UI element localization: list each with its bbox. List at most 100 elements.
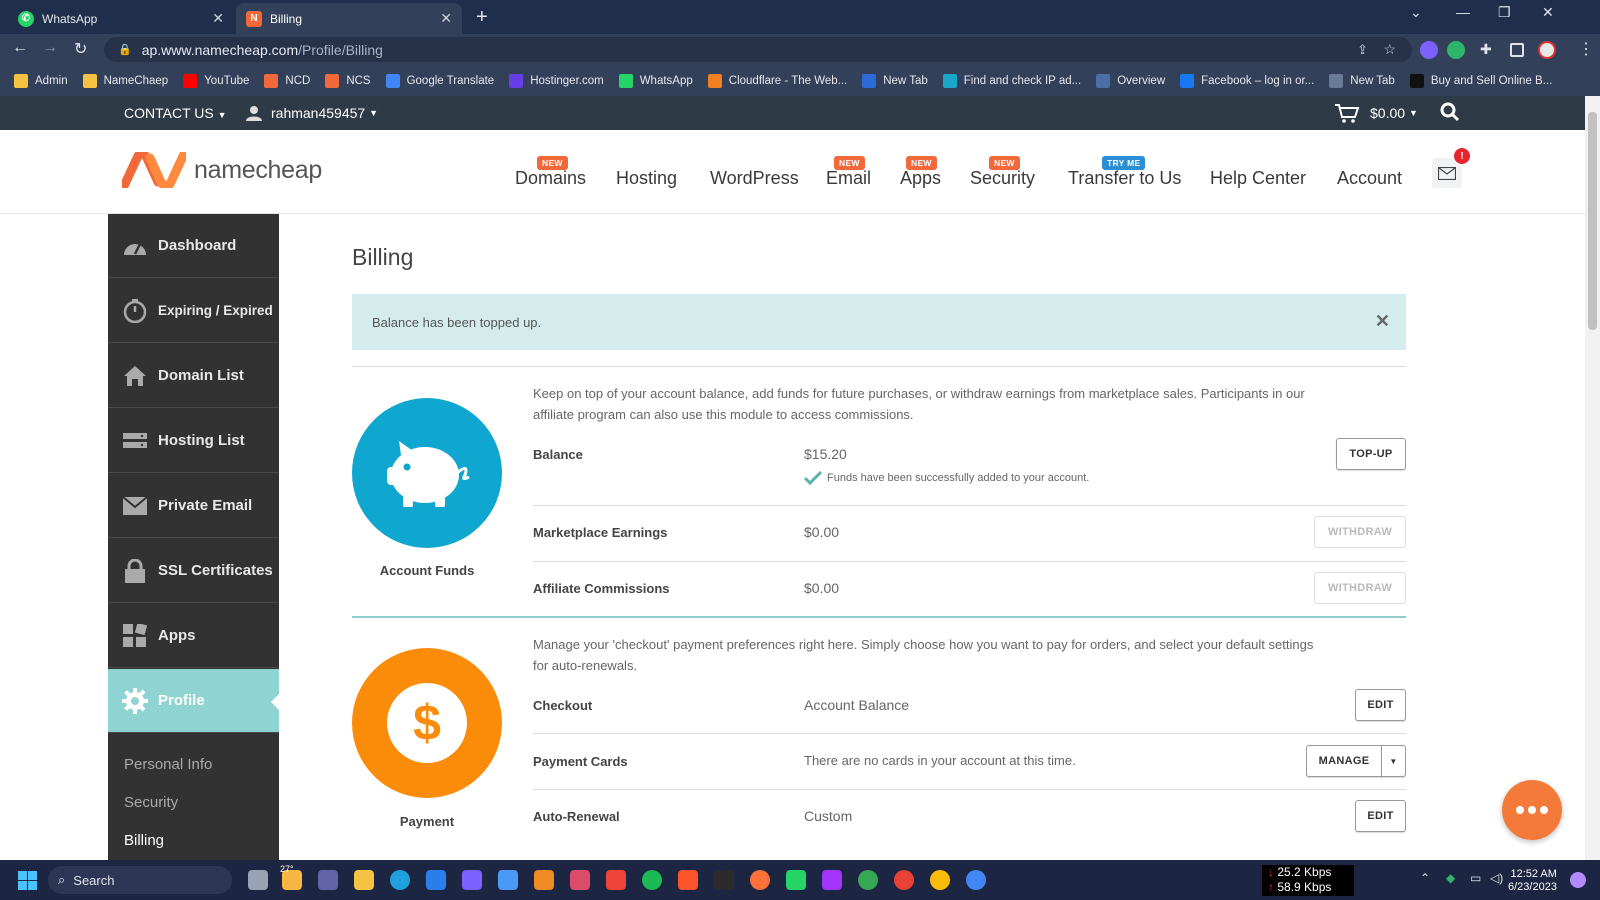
bookmark-item[interactable]: Buy and Sell Online B... <box>1409 73 1552 88</box>
sidebar-item-apps[interactable]: Apps <box>108 604 279 668</box>
messenger-icon[interactable] <box>822 870 842 890</box>
tab-search-icon[interactable]: ⌄ <box>1410 4 1422 21</box>
notification-badge-icon[interactable] <box>1570 872 1586 888</box>
live-chat-button[interactable] <box>1502 780 1562 840</box>
sidebar-item-hosting-list[interactable]: Hosting List <box>108 409 279 473</box>
close-alert-icon[interactable]: ✕ <box>1375 311 1390 332</box>
new-tab-button[interactable]: + <box>476 6 488 29</box>
sidebar-item-ssl-certificates[interactable]: SSL Certificates <box>108 539 279 603</box>
bookmark-item[interactable]: NCD <box>264 73 310 88</box>
nav-domains[interactable]: Domains <box>515 168 586 189</box>
whatsapp-icon[interactable] <box>786 870 806 890</box>
bookmark-item[interactable]: Admin <box>14 73 68 88</box>
app-icon[interactable] <box>462 870 482 890</box>
sidebar-subitem-security[interactable]: Security <box>124 794 178 811</box>
sidebar-item-expiring-expired[interactable]: Expiring / Expired <box>108 279 279 343</box>
anydesk-icon[interactable] <box>606 870 626 890</box>
user-menu[interactable]: rahman459457 ▼ <box>246 105 378 121</box>
chrome-icon[interactable] <box>966 870 986 890</box>
sidebar-subitem-billing[interactable]: Billing <box>124 832 164 849</box>
restore-icon[interactable]: ❐ <box>1498 4 1511 21</box>
nav-account[interactable]: Account <box>1337 168 1402 189</box>
reload-icon[interactable]: ↻ <box>74 39 87 59</box>
sidebar-subitem-personal-info[interactable]: Personal Info <box>124 756 212 773</box>
tray-network-icon[interactable]: ▭ <box>1470 871 1481 885</box>
namecheap-logo[interactable]: namecheap <box>122 152 322 188</box>
snipping-icon[interactable] <box>570 870 590 890</box>
bookmark-item[interactable]: WhatsApp <box>618 73 693 88</box>
firefox-icon[interactable] <box>750 870 770 890</box>
bookmark-item[interactable]: Hostinger.com <box>509 73 604 88</box>
bookmark-item[interactable]: NameChaep <box>82 73 168 88</box>
browser-tab-billing[interactable]: N Billing ✕ <box>236 3 462 34</box>
notepad-icon[interactable] <box>498 870 518 890</box>
teams-icon[interactable] <box>318 870 338 890</box>
scrollbar-thumb[interactable] <box>1588 112 1597 330</box>
nav-email[interactable]: Email <box>826 168 871 189</box>
edit-auto-renewal-button[interactable]: EDIT <box>1355 800 1406 832</box>
close-tab-icon[interactable]: ✕ <box>440 10 452 27</box>
manage-cards-dropdown[interactable]: ▼ <box>1381 745 1406 777</box>
page-scrollbar[interactable] <box>1585 96 1600 860</box>
spotify-icon[interactable] <box>642 870 662 890</box>
chrome-icon[interactable] <box>930 870 950 890</box>
taskbar-search[interactable]: ⌕ Search <box>48 866 232 894</box>
extension-globe-icon[interactable] <box>1447 41 1465 59</box>
window-close-icon[interactable]: ✕ <box>1542 4 1554 21</box>
forward-icon[interactable]: → <box>42 39 58 57</box>
chrome-icon[interactable] <box>858 870 878 890</box>
close-tab-icon[interactable]: ✕ <box>212 10 224 27</box>
tray-volume-icon[interactable]: ◁) <box>1490 871 1503 885</box>
store-icon[interactable] <box>426 870 446 890</box>
tray-chevron-icon[interactable]: ⌃ <box>1420 871 1430 885</box>
back-icon[interactable]: ← <box>12 39 28 57</box>
bookmark-item[interactable]: Overview <box>1096 73 1165 88</box>
nav-transfer-to-us[interactable]: Transfer to Us <box>1068 168 1181 189</box>
brave-icon[interactable] <box>678 870 698 890</box>
sidebar-item-domain-list[interactable]: Domain List <box>108 344 279 408</box>
chrome-icon[interactable] <box>894 870 914 890</box>
sidebar-item-dashboard[interactable]: Dashboard <box>108 214 279 278</box>
nav-hosting[interactable]: Hosting <box>616 168 677 189</box>
sidepanel-icon[interactable] <box>1510 43 1524 57</box>
edit-checkout-button[interactable]: EDIT <box>1355 689 1406 721</box>
contact-us-menu[interactable]: CONTACT US ▼ <box>124 105 227 121</box>
browser-tab-whatsapp[interactable]: ✆ WhatsApp ✕ <box>8 3 234 34</box>
search-app-icon[interactable] <box>534 870 554 890</box>
nav-apps[interactable]: Apps <box>900 168 941 189</box>
sidebar-item-profile[interactable]: Profile <box>108 669 279 733</box>
tray-defender-icon[interactable]: ◆ <box>1446 871 1455 885</box>
extension-feather-icon[interactable] <box>1420 41 1438 59</box>
bookmark-item[interactable]: New Tab <box>862 73 928 88</box>
edge-icon[interactable] <box>390 870 410 890</box>
bookmark-item[interactable]: Find and check IP ad... <box>942 73 1081 88</box>
weather-widget[interactable]: 27° <box>280 864 294 874</box>
withdraw-marketplace-button[interactable]: WITHDRAW <box>1314 516 1406 548</box>
cart-menu[interactable]: $0.00 ▼ <box>1334 103 1418 123</box>
extensions-puzzle-icon[interactable]: ✚ <box>1480 41 1498 59</box>
system-clock[interactable]: 12:52 AM 6/23/2023 <box>1508 868 1557 894</box>
manage-cards-button[interactable]: MANAGE <box>1306 745 1382 777</box>
nav-help-center[interactable]: Help Center <box>1210 168 1306 189</box>
top-up-button[interactable]: TOP-UP <box>1336 438 1406 470</box>
withdraw-affiliate-button[interactable]: WITHDRAW <box>1314 572 1406 604</box>
file-explorer-icon[interactable] <box>354 870 374 890</box>
profile-avatar[interactable] <box>1538 41 1556 59</box>
share-icon[interactable]: ⇪ <box>1357 42 1368 58</box>
minimize-icon[interactable]: — <box>1456 4 1470 20</box>
task-view-icon[interactable] <box>248 870 268 890</box>
app-dark-icon[interactable] <box>714 870 734 890</box>
nav-wordpress[interactable]: WordPress <box>710 168 799 189</box>
url-input[interactable]: 🔒 ap.www.namecheap.com/Profile/Billing ⇪… <box>104 37 1412 62</box>
bookmark-item[interactable]: YouTube <box>183 73 249 88</box>
nav-security[interactable]: Security <box>970 168 1035 189</box>
bookmark-item[interactable]: Cloudflare - The Web... <box>707 73 847 88</box>
bookmark-star-icon[interactable]: ☆ <box>1383 41 1396 58</box>
windows-start-icon[interactable] <box>18 871 37 890</box>
sidebar-item-private-email[interactable]: Private Email <box>108 474 279 538</box>
browser-menu-icon[interactable]: ⋮ <box>1578 39 1594 59</box>
site-search-icon[interactable] <box>1440 102 1460 125</box>
bookmark-item[interactable]: Google Translate <box>385 73 494 88</box>
bookmark-item[interactable]: NCS <box>325 73 371 88</box>
bookmark-item[interactable]: New Tab <box>1329 73 1395 88</box>
